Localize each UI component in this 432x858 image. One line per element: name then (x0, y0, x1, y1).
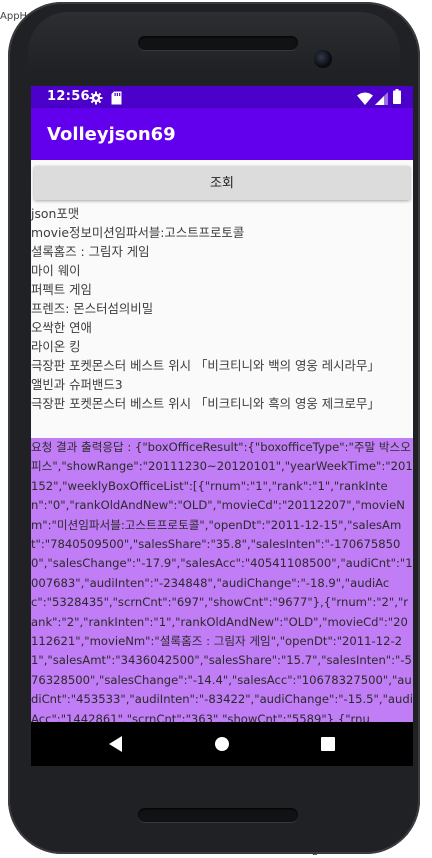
list-item: 오싹한 연애 (31, 320, 92, 335)
earpiece-speaker (138, 36, 298, 50)
query-button[interactable]: 조회 (34, 166, 410, 200)
back-icon[interactable] (105, 733, 127, 755)
list-item: 라이온 킹 (31, 339, 81, 354)
app-bar: Volleyjson69 (31, 108, 413, 160)
app-title: Volleyjson69 (47, 124, 176, 145)
cell-signal-icon (375, 90, 388, 109)
sd-card-icon (111, 90, 122, 109)
bottom-speaker (138, 808, 298, 822)
status-time: 12:56 (47, 89, 90, 104)
movie-list: json포맷 movie정보미션임파서블:고스트프로토콜 셜록홈즈 : 그림자 … (31, 204, 413, 413)
list-item: 마이 웨이 (31, 263, 81, 278)
battery-icon (393, 89, 401, 108)
main-content: 조회 json포맷 movie정보미션임파서블:고스트프로토콜 셜록홈즈 : 그… (31, 160, 413, 722)
recents-icon[interactable] (317, 733, 339, 755)
device-screen: 12:56 Volleyjson69 조회 json포맷 movie정보미션임파… (31, 86, 413, 766)
status-bar: 12:56 (31, 86, 413, 108)
wifi-icon (357, 90, 373, 109)
list-item: 퍼펙트 게임 (31, 282, 92, 297)
list-item: movie정보미션임파서블:고스트프로토콜 (31, 225, 245, 240)
phone-frame: 12:56 Volleyjson69 조회 json포맷 movie정보미션임파… (8, 2, 420, 854)
list-item: 프렌즈: 몬스터섬의비밀 (31, 301, 154, 316)
navigation-bar (31, 722, 413, 766)
home-icon[interactable] (211, 733, 233, 755)
front-camera (314, 50, 332, 68)
list-item: 셜록홈즈 : 그림자 게임 (31, 244, 150, 259)
response-panel[interactable]: 요청 결과 출력응답 : {"boxOfficeResult":{"boxoff… (31, 438, 413, 722)
gear-icon (89, 90, 103, 109)
list-item: 앨빈과 슈퍼밴드3 (31, 377, 123, 392)
list-item: 극장판 포켓몬스터 베스트 위시 「비크티니와 백의 영웅 레시라무」 (31, 358, 380, 373)
list-item: 극장판 포켓몬스터 베스트 위시 「비크티니와 흑의 영웅 제크로무」 (31, 396, 380, 411)
list-item: json포맷 (31, 206, 80, 221)
response-text: 요청 결과 출력응답 : {"boxOfficeResult":{"boxoff… (31, 440, 413, 722)
